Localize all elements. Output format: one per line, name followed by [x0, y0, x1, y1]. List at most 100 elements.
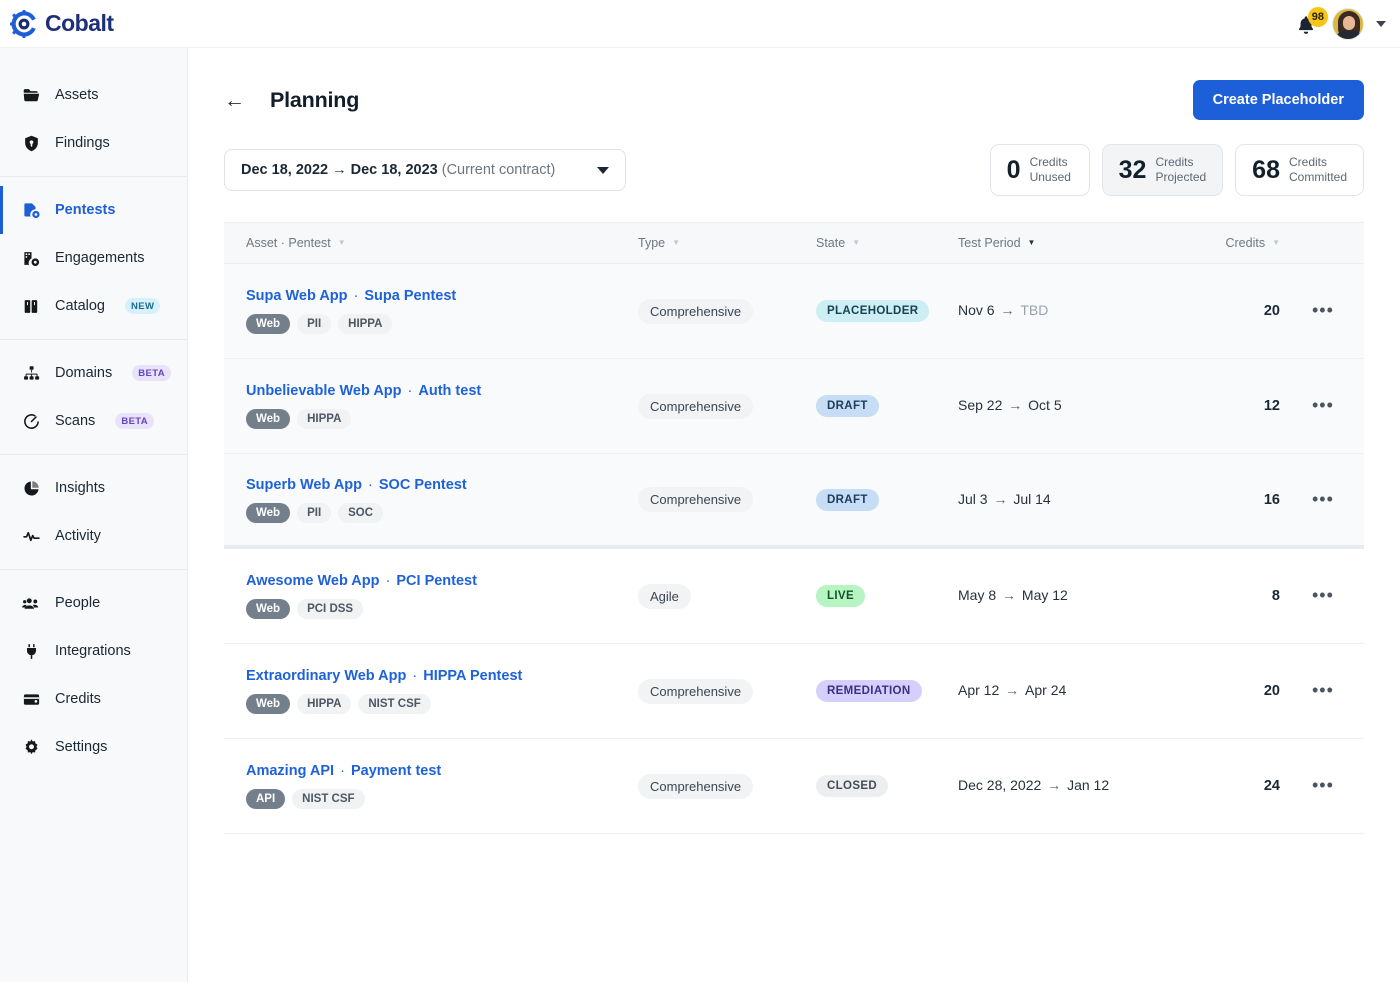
sidebar-item-insights[interactable]: Insights — [0, 464, 187, 512]
column-header-credits[interactable]: Credits ▼ — [1202, 236, 1302, 250]
sort-test-period-icon[interactable]: ▼ — [1028, 239, 1036, 247]
brand-logo[interactable]: Cobalt — [10, 9, 114, 38]
test-period-start: Sep 22 — [958, 397, 1003, 413]
credit-label-line1-projected: Credits — [1155, 155, 1194, 169]
table-row[interactable]: Awesome Web App · PCI Pentest Web PCI DSS A… — [224, 549, 1364, 644]
notifications-button[interactable]: 98 — [1295, 6, 1328, 38]
column-header-test-period-label: Test Period — [958, 236, 1021, 250]
column-header-asset-pentest[interactable]: Asset · Pentest ▼ — [224, 236, 638, 250]
sort-credits-icon[interactable]: ▼ — [1272, 239, 1280, 247]
table-row[interactable]: Superb Web App · SOC Pentest Web PII SOC Com… — [224, 454, 1364, 549]
cell-credits: 8 — [1271, 588, 1280, 604]
date-range-chevron-down-icon[interactable] — [597, 166, 610, 174]
cell-test-period: Sep 22 → Oct 5 — [958, 397, 1202, 415]
asset-pentest-link[interactable]: Amazing API · Payment test — [246, 763, 638, 779]
sidebar-item-activity[interactable]: Activity — [0, 512, 187, 560]
row-more-options-icon[interactable]: ••• — [1302, 775, 1334, 795]
row-more-options-icon[interactable]: ••• — [1302, 300, 1334, 320]
asset-pentest-link[interactable]: Awesome Web App · PCI Pentest — [246, 573, 638, 589]
row-more-options-icon[interactable]: ••• — [1302, 585, 1334, 605]
cobalt-gear-logo-icon — [10, 9, 38, 38]
sidebar-item-pentests[interactable]: Pentests — [0, 186, 187, 234]
sidebar-item-settings[interactable]: Settings — [0, 723, 187, 771]
sidebar-item-scans[interactable]: Scans BETA — [0, 397, 187, 445]
app-root: Cobalt 98 Assets Findings Pentests Engageme… — [0, 0, 1400, 982]
date-range-select[interactable]: Dec 18, 2022 → Dec 18, 2023 (Current con… — [224, 149, 627, 191]
asset-tag-list: Web PII HIPPA — [246, 314, 638, 334]
back-arrow-icon[interactable]: ← — [224, 90, 245, 111]
credit-card-unused[interactable]: 0 Credits Unused — [989, 144, 1090, 196]
sidebar-item-catalog[interactable]: Catalog NEW — [0, 282, 187, 330]
cell-state: REMEDIATION — [816, 680, 958, 702]
pentest-name: SOC Pentest — [378, 476, 467, 493]
test-period-start: Apr 12 — [958, 682, 1000, 698]
test-period: Jul 3 → Jul 14 — [958, 491, 1051, 507]
table-row[interactable]: Unbelievable Web App · Auth test Web HIPPA… — [224, 359, 1364, 454]
avatar[interactable] — [1332, 7, 1364, 40]
sort-asset-pentest-icon[interactable]: ▼ — [338, 239, 346, 247]
sidebar-item-label-engagements: Engagements — [55, 250, 145, 266]
cell-type: Comprehensive — [638, 678, 816, 704]
cell-actions: ••• — [1302, 396, 1364, 416]
sidebar-item-assets[interactable]: Assets — [0, 71, 187, 119]
date-range-label: Dec 18, 2022 → Dec 18, 2023 (Current con… — [241, 162, 555, 178]
pie-chart-icon — [21, 478, 41, 498]
sidebar-item-integrations[interactable]: Integrations — [0, 627, 187, 675]
asset-tag-api: API — [246, 789, 286, 809]
test-period: Sep 22 → Oct 5 — [958, 397, 1062, 413]
engagements-icon — [21, 248, 41, 268]
asset-tag-pii: PII — [297, 502, 332, 523]
credit-card-projected[interactable]: 32 Credits Projected — [1101, 144, 1224, 196]
asset-pentest-separator: · — [364, 476, 377, 493]
asset-pentest-link[interactable]: Supa Web App · Supa Pentest — [246, 288, 638, 304]
cell-actions: ••• — [1302, 586, 1364, 606]
type-pill: Comprehensive — [638, 678, 754, 704]
sort-state-icon[interactable]: ▼ — [852, 239, 860, 247]
test-period-end: Oct 5 — [1028, 397, 1062, 413]
row-more-options-icon[interactable]: ••• — [1302, 489, 1334, 509]
page-title: Planning — [270, 87, 360, 112]
column-header-type[interactable]: Type ▼ — [638, 236, 816, 250]
asset-pentest-link[interactable]: Extraordinary Web App · HIPPA Pentest — [246, 668, 638, 684]
date-range-main: Dec 18, 2022 → Dec 18, 2023 — [241, 162, 438, 178]
table-row[interactable]: Extraordinary Web App · HIPPA Pentest Web… — [224, 644, 1364, 739]
sidebar-item-domains[interactable]: Domains BETA — [0, 349, 187, 397]
status-badge: PLACEHOLDER — [816, 300, 930, 322]
asset-pentest-link[interactable]: Unbelievable Web App · Auth test — [246, 383, 638, 399]
row-more-options-icon[interactable]: ••• — [1302, 395, 1334, 415]
table-body: Supa Web App · Supa Pentest Web PII HIPPA Co… — [224, 264, 1364, 834]
sidebar-item-credits[interactable]: Credits — [0, 675, 187, 723]
asset-pentest-separator: · — [408, 668, 422, 684]
asset-name: Superb Web App — [246, 476, 362, 493]
credit-label-line2-committed: Committed — [1288, 170, 1347, 184]
asset-pentest-link[interactable]: Superb Web App · SOC Pentest — [246, 477, 638, 493]
pentest-name: Auth test — [418, 383, 482, 399]
sidebar-item-label-catalog: Catalog — [55, 298, 105, 314]
account-menu-chevron-down-icon[interactable] — [1376, 20, 1386, 27]
credit-card-committed[interactable]: 68 Credits Committed — [1235, 144, 1364, 196]
sidebar-item-people[interactable]: People — [0, 579, 187, 627]
status-badge: LIVE — [816, 585, 865, 607]
row-more-options-icon[interactable]: ••• — [1302, 680, 1334, 700]
status-badge: DRAFT — [816, 488, 879, 511]
asset-pentest-separator: · — [381, 573, 395, 589]
gear-icon — [21, 737, 41, 757]
sort-type-icon[interactable]: ▼ — [672, 239, 680, 247]
cell-credits: 20 — [1263, 683, 1280, 699]
table-row[interactable]: Supa Web App · Supa Pentest Web PII HIPPA Co… — [224, 264, 1364, 359]
test-period-start: Dec 28, 2022 — [958, 777, 1042, 793]
cell-type: Comprehensive — [638, 298, 816, 324]
sidebar: Assets Findings Pentests Engagements Catalog… — [0, 48, 188, 982]
sidebar-item-engagements[interactable]: Engagements — [0, 234, 187, 282]
sidebar-item-findings[interactable]: Findings — [0, 119, 187, 167]
asset-tag-pci-dss: PCI DSS — [297, 599, 364, 619]
column-header-test-period[interactable]: Test Period ▼ — [958, 236, 1202, 250]
sidebar-item-badge-scans: BETA — [115, 413, 155, 429]
sidebar-item-label-settings: Settings — [55, 739, 108, 755]
cell-state: PLACEHOLDER — [816, 300, 958, 322]
asset-tag-list: Web HIPPA NIST CSF — [246, 694, 638, 714]
column-header-state[interactable]: State ▼ — [816, 236, 958, 250]
table-row[interactable]: Amazing API · Payment test API NIST CSF Com… — [224, 739, 1364, 834]
create-placeholder-button[interactable]: Create Placeholder — [1192, 80, 1364, 120]
brand-wordmark: Cobalt — [45, 10, 114, 36]
